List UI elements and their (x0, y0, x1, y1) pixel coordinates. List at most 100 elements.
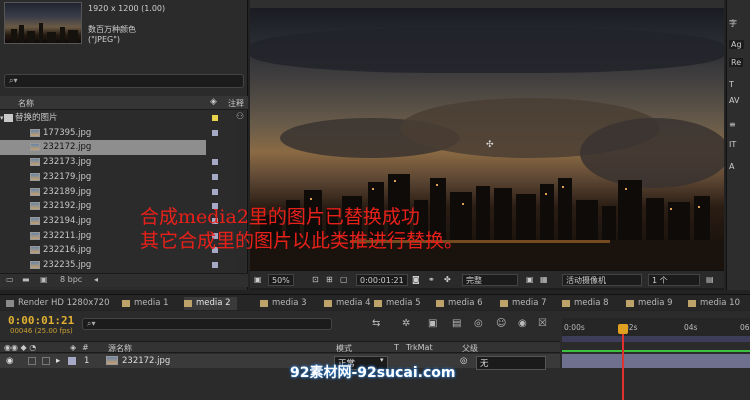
baseline-shift-icon[interactable]: A (729, 162, 734, 171)
tab-media-8[interactable]: media 8 (562, 297, 609, 310)
tab-render-hd[interactable]: Render HD 1280x720 (6, 297, 110, 310)
visibility-eye-icon[interactable]: ◉ (6, 356, 13, 366)
tab-media-2[interactable]: media 2 (184, 297, 237, 310)
tab-media-3[interactable]: media 3 (260, 297, 307, 310)
layer-number-icon: # (82, 343, 89, 352)
trash-icon[interactable]: ◂ (94, 275, 98, 284)
motion-blur-icon[interactable]: ◎ (474, 318, 483, 329)
close-tab-icon[interactable] (6, 300, 14, 307)
list-item[interactable]: 232179.jpg (0, 170, 232, 185)
font-family-field[interactable]: Ag (729, 40, 744, 49)
kerning-icon[interactable]: AV (729, 96, 739, 105)
character-panel: 字 Ag Re T AV ≡ IT A (726, 0, 750, 290)
column-comment[interactable]: 注释 (228, 98, 244, 109)
label-color-swatch[interactable] (212, 129, 218, 136)
label-tag-icon[interactable]: ◈ (210, 97, 217, 107)
pick-whip-icon[interactable]: ◎ (460, 356, 467, 366)
mini-flowchart-icon[interactable]: ⇆ (372, 318, 380, 329)
ruler-tick: 0:00s (564, 323, 585, 332)
fit-icon[interactable]: ⊡ (312, 274, 319, 286)
label-tag-icon[interactable]: ◈ (70, 343, 76, 352)
grid-icon[interactable]: ⊞ (326, 274, 333, 286)
views-dropdown[interactable]: 1 个 (648, 274, 700, 286)
layer-name[interactable]: 232172.jpg (122, 356, 170, 366)
snapshot-icon[interactable]: ◙ (412, 274, 420, 286)
graph-editor-icon[interactable]: ☒ (538, 318, 547, 329)
new-folder-icon[interactable]: ▬ (22, 275, 30, 284)
camera-dropdown[interactable]: 活动摄像机 (562, 274, 642, 286)
column-name[interactable]: 名称 (18, 98, 34, 109)
timeline-timecode[interactable]: 0:00:01:21 (8, 314, 74, 327)
column-parent[interactable]: 父级 (462, 343, 478, 354)
composition-icon (626, 300, 634, 307)
hide-shy-layers-icon[interactable]: ▣ (428, 318, 437, 329)
timeline-search-input[interactable]: ⌕▾ (82, 318, 332, 330)
av-features-icon[interactable]: ◉◉ ◆ ◔ (4, 343, 36, 352)
tab-media-6[interactable]: media 6 (436, 297, 483, 310)
list-item[interactable]: 232189.jpg (0, 185, 232, 200)
column-source-name[interactable]: 源名称 (108, 343, 132, 354)
transparency-grid-icon[interactable]: ▦ (540, 274, 548, 286)
label-color-swatch[interactable] (212, 173, 218, 180)
layer-row[interactable]: ◉ ▸ 1 232172.jpg 正常 ▾ ◎ 无 (0, 354, 560, 370)
composition-icon (562, 300, 570, 307)
zoom-dropdown[interactable]: 50% (268, 274, 294, 286)
anchor-point-icon: ✣ (486, 140, 494, 150)
reset-exposure-icon[interactable]: ▤ (706, 274, 714, 286)
brainstorm-icon[interactable]: ☺ (496, 318, 506, 329)
viewer-timecode[interactable]: 0:00:01:21 (356, 274, 408, 286)
tab-media-5[interactable]: media 5 (374, 297, 421, 310)
column-trkmat[interactable]: TrkMat (406, 343, 433, 352)
time-ruler[interactable]: 0:00s 02s 04s 06s (562, 318, 750, 338)
resolution-dropdown[interactable]: 完整 (462, 274, 518, 286)
tab-media-4[interactable]: media 4 (324, 297, 371, 310)
current-time-indicator-line[interactable] (622, 324, 624, 400)
flowchart-icon[interactable]: ⚇ (236, 112, 244, 122)
always-preview-icon[interactable]: ▣ (254, 274, 262, 286)
auto-keyframe-icon[interactable]: ◉ (518, 318, 527, 329)
tab-media-1[interactable]: media 1 (122, 297, 169, 310)
label-color-swatch[interactable] (212, 188, 218, 195)
draft-3d-icon[interactable]: ✲ (402, 318, 410, 329)
bpc-label[interactable]: 8 bpc (60, 275, 82, 284)
label-color-swatch[interactable] (212, 115, 218, 121)
list-item[interactable]: 177395.jpg (0, 126, 232, 141)
interpret-footage-icon[interactable]: ▭ (6, 275, 14, 284)
tab-media-10[interactable]: media 10 (688, 297, 740, 310)
label-color-swatch[interactable] (212, 262, 218, 268)
font-size-icon[interactable]: T (729, 80, 734, 89)
caption-line-1: 合成media2里的图片已替换成功 (140, 206, 420, 228)
solo-toggle[interactable] (28, 357, 36, 365)
column-mode[interactable]: 模式 (336, 343, 352, 354)
region-of-interest-icon[interactable]: ▣ (526, 274, 534, 286)
expand-triangle-icon[interactable]: ▾ (0, 111, 4, 125)
new-composition-icon[interactable]: ▣ (40, 275, 48, 284)
composition-icon (688, 300, 696, 307)
show-snapshot-icon[interactable]: ⚭ (428, 274, 435, 286)
current-time-indicator-handle[interactable] (618, 324, 628, 334)
label-color-swatch[interactable] (212, 159, 218, 166)
folder-row[interactable]: ▾ 替换的图片 (0, 111, 232, 126)
image-file-icon (30, 216, 40, 225)
color-channel-icon[interactable]: ✤ (444, 274, 451, 286)
tab-media-7[interactable]: media 7 (500, 297, 547, 310)
work-area-bar[interactable] (562, 336, 750, 342)
lock-toggle[interactable] (42, 357, 50, 365)
tab-media-9[interactable]: media 9 (626, 297, 673, 310)
image-file-icon (30, 202, 40, 211)
list-item-selected[interactable]: 232172.jpg (0, 140, 206, 156)
expand-triangle-icon[interactable]: ▸ (56, 356, 60, 366)
list-item[interactable]: 232173.jpg (0, 155, 232, 170)
vertical-scale-icon[interactable]: IT (729, 140, 736, 149)
label-color-swatch[interactable] (68, 357, 76, 365)
parent-dropdown[interactable]: 无 (476, 356, 546, 370)
layer-duration-bar[interactable] (562, 354, 750, 368)
region-icon[interactable]: ▢ (340, 274, 348, 286)
image-file-icon (30, 187, 40, 196)
stroke-width-icon[interactable]: ≡ (729, 120, 736, 129)
column-t[interactable]: T (394, 343, 399, 352)
project-search-input[interactable]: ⌕▾ (4, 74, 244, 88)
font-style-field[interactable]: Re (729, 58, 744, 67)
list-item[interactable]: 232235.jpg (0, 258, 232, 273)
frame-blending-icon[interactable]: ▤ (452, 318, 461, 329)
